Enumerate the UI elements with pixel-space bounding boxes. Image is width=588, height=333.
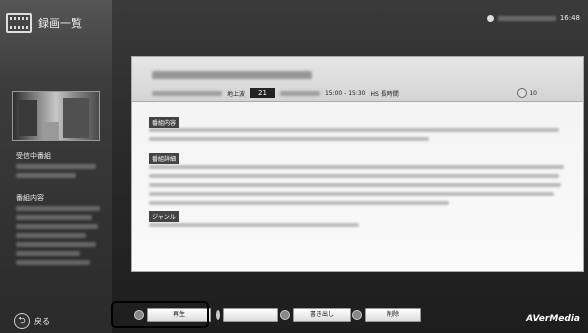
detail-section-text [149, 165, 569, 210]
genre-section-text [149, 223, 569, 232]
sidebar: 録画一覧 受信中番組 番組内容 ⮌ 戻る [0, 0, 112, 333]
program-info-row: 地上波 21 15:00 - 15:30 HS 長時間 [152, 88, 399, 98]
sidebar-header: 録画一覧 [6, 10, 82, 36]
recording-quality: HS 長時間 [370, 90, 399, 98]
program-detail-panel: 地上波 21 15:00 - 15:30 HS 長時間 10 番組内容 番組詳細… [131, 56, 584, 272]
clock: 16:48 [559, 14, 580, 22]
status-area: 16:48 [486, 14, 580, 22]
now-playing-text [16, 164, 102, 182]
content-section-text [149, 128, 569, 146]
rating-value: 10 [529, 89, 537, 97]
status-text [497, 15, 556, 21]
rating: 10 [517, 88, 537, 98]
delete-button-icon [352, 310, 362, 320]
rating-icon [517, 88, 528, 98]
back-arrow-icon: ⮌ [14, 313, 30, 329]
top-bar: 16:48 [112, 0, 588, 40]
delete-group: 削除 [352, 308, 421, 322]
channel-name [279, 90, 320, 96]
recording-list-screen: 録画一覧 受信中番組 番組内容 ⮌ 戻る 16:48 地上波 21 15:00 … [0, 0, 588, 333]
content-section-label: 番組内容 [149, 117, 180, 128]
empty-button-icon [216, 310, 220, 320]
program-title [152, 71, 312, 79]
export-group: 書き出し [280, 308, 351, 322]
detail-section-label: 番組詳細 [149, 153, 180, 164]
export-button-icon [280, 310, 290, 320]
program-content-text [16, 206, 102, 269]
avermedia-logo: AVerMedia [526, 314, 580, 324]
film-icon [6, 13, 32, 33]
preview-thumbnail [12, 91, 100, 141]
genre-section-label: ジャンル [149, 211, 179, 222]
sidebar-title: 録画一覧 [38, 17, 82, 30]
delete-button[interactable]: 削除 [365, 308, 421, 322]
channel-number: 21 [250, 88, 275, 98]
play-highlight [111, 301, 209, 328]
program-content-label: 番組内容 [16, 194, 44, 202]
export-button[interactable]: 書き出し [293, 308, 351, 322]
status-dot-icon [486, 14, 494, 22]
time-range: 15:00 - 15:30 [324, 89, 366, 97]
program-header: 地上波 21 15:00 - 15:30 HS 長時間 10 [132, 57, 583, 102]
back-label: 戻る [34, 316, 50, 326]
broadcast-type: 地上波 [227, 90, 246, 98]
empty-button[interactable] [223, 308, 278, 322]
broadcast-date [152, 90, 222, 96]
now-playing-label: 受信中番組 [16, 152, 51, 160]
empty-group [216, 308, 278, 322]
back-button[interactable]: ⮌ 戻る [14, 313, 50, 329]
